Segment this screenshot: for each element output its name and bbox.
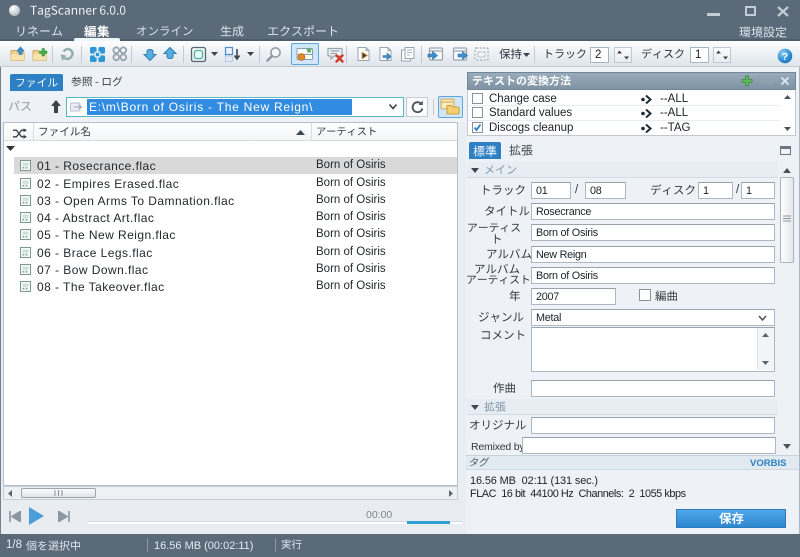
svg-text:?: ? (782, 51, 788, 63)
